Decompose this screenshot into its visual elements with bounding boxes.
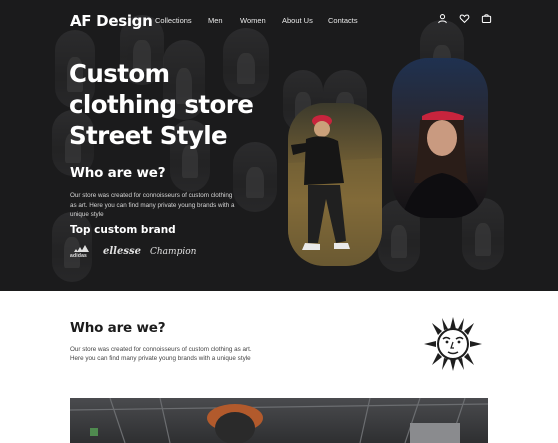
hero-title: Custom clothing store Street Style <box>69 58 299 151</box>
brands-title: Top custom brand <box>70 224 176 236</box>
featured-photo <box>70 398 488 443</box>
nav-link-collections[interactable]: Collections <box>155 16 192 25</box>
about-title: Who are we? <box>70 320 166 336</box>
bag-icon[interactable] <box>481 13 492 24</box>
about-text: Our store was created for connoisseurs o… <box>70 345 310 364</box>
hero-who-text: Our store was created for connoisseurs o… <box>70 192 235 219</box>
brand-label: adidas <box>70 253 88 259</box>
user-icon[interactable] <box>437 13 448 24</box>
site-logo[interactable]: AF Design <box>70 12 153 30</box>
nav-link-contacts[interactable]: Contacts <box>328 16 358 25</box>
nav-link-women[interactable]: Women <box>240 16 266 25</box>
hero-who-title: Who are we? <box>70 165 166 181</box>
hero-title-line: clothing store <box>69 90 254 119</box>
hero-title-line: Custom <box>69 59 170 88</box>
hero-title-line: Street Style <box>69 121 228 150</box>
heart-icon[interactable] <box>459 13 470 24</box>
brand-logo-champion[interactable]: Champion <box>150 247 196 257</box>
brand-logo-ellesse[interactable]: ellesse <box>103 246 141 257</box>
hero-section: AF Design Collections Men Women About Us… <box>0 0 558 291</box>
hero-photo-street-walker <box>288 103 382 266</box>
header-icons <box>437 13 492 24</box>
adidas-stripes-icon <box>74 245 89 252</box>
nav-link-about-us[interactable]: About Us <box>282 16 313 25</box>
about-text-line: Here you can find many private young bra… <box>70 355 251 363</box>
nav-link-men[interactable]: Men <box>208 16 223 25</box>
hero-photo-portrait <box>392 58 488 218</box>
brand-logo-adidas[interactable]: adidas <box>70 245 90 259</box>
sun-face-icon <box>420 315 486 373</box>
about-text-line: Our store was created for connoisseurs o… <box>70 346 252 353</box>
